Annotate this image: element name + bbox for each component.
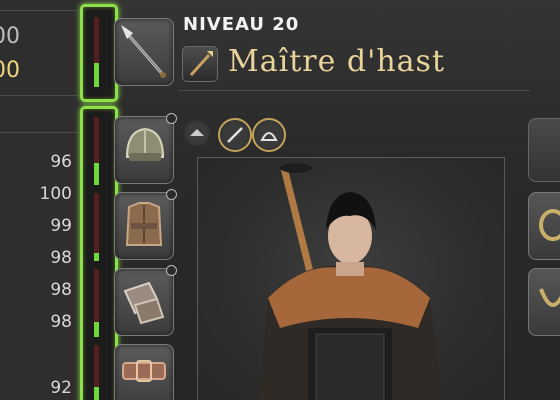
waist-slot[interactable] — [114, 344, 174, 400]
head-slot[interactable] — [114, 113, 177, 184]
item-level-waist: 98 — [50, 248, 72, 268]
condition-bar-weapon — [94, 17, 99, 87]
condition-bar-hands — [94, 269, 99, 337]
header-divider — [178, 90, 530, 91]
gear-set-icon[interactable] — [252, 118, 286, 152]
character-portrait — [197, 157, 505, 400]
armor-condition-highlight — [80, 106, 118, 400]
condition-fill — [94, 163, 99, 185]
partial-stat-bottom: 00 — [0, 58, 20, 83]
necklace-slot[interactable] — [528, 268, 560, 336]
body-slot[interactable] — [114, 189, 177, 260]
stats-divider — [0, 132, 78, 133]
body-armor-icon — [125, 202, 163, 246]
gauntlets-icon — [123, 281, 165, 325]
stats-panel: 00 00 96 100 99 98 98 98 92 — [0, 0, 80, 400]
necklace-icon — [539, 288, 560, 307]
job-icon — [182, 46, 218, 82]
item-level-head: 96 — [50, 152, 72, 172]
earring-slot[interactable] — [528, 192, 560, 260]
character-model-image — [258, 163, 442, 400]
soul-crystal-slot[interactable] — [528, 118, 560, 182]
job-title: Maître d'hast — [228, 44, 445, 79]
weapon-condition-highlight — [80, 4, 118, 102]
stats-top-box — [0, 10, 78, 96]
condition-fill — [94, 62, 99, 87]
item-level-legs: 98 — [50, 280, 72, 300]
condition-fill — [94, 322, 99, 337]
partial-stat-top: 00 — [0, 24, 20, 49]
item-level-hands: 99 — [50, 216, 72, 236]
sword-icon[interactable] — [218, 118, 252, 152]
condition-bar-waist — [94, 345, 99, 400]
spear-icon — [121, 25, 167, 78]
character-window: 00 00 96 100 99 98 98 98 92 — [0, 0, 560, 400]
helmet-icon — [125, 127, 165, 161]
condition-bar-body — [94, 193, 99, 261]
glamour-icon[interactable] — [184, 120, 210, 146]
belt-icon — [122, 360, 166, 382]
lance-icon — [189, 51, 213, 77]
condition-fill — [94, 252, 99, 261]
item-level-body: 100 — [39, 184, 72, 204]
item-level-feet: 98 — [50, 312, 72, 332]
weapon-slot[interactable] — [114, 18, 174, 86]
condition-bar-head — [94, 117, 99, 185]
hands-slot[interactable] — [114, 265, 177, 336]
condition-fill — [94, 387, 99, 400]
earring-icon — [539, 209, 560, 241]
level-label: NIVEAU 20 — [183, 14, 300, 35]
item-level-extra: 92 — [50, 378, 72, 398]
